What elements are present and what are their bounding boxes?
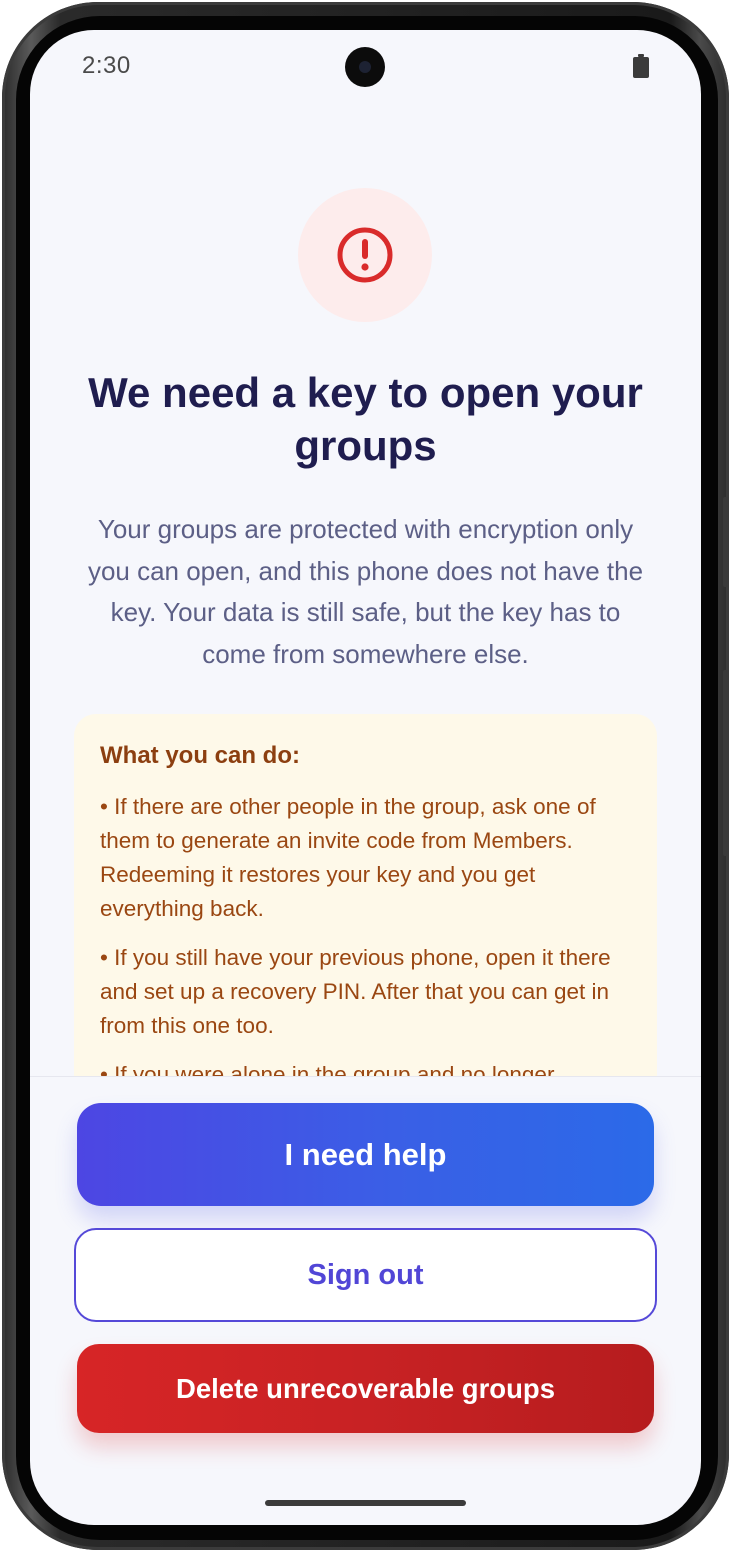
- tip-item: • If you still have your previous phone,…: [100, 945, 611, 1038]
- tip-item: • If you were alone in the group and no …: [100, 1062, 555, 1076]
- tips-card: What you can do: • If there are other pe…: [74, 714, 657, 1076]
- tips-heading: What you can do:: [100, 742, 300, 769]
- tips-list: • If there are other people in the group…: [100, 790, 620, 1076]
- help-button[interactable]: I need help: [77, 1103, 654, 1206]
- sign-out-button[interactable]: Sign out: [74, 1228, 657, 1322]
- scroll-area[interactable]: What you can do: • If there are other pe…: [30, 30, 701, 1076]
- screen: 2:30 We need a key to open your groups Y…: [30, 30, 701, 1525]
- home-indicator[interactable]: [265, 1500, 466, 1506]
- action-area-divider: [30, 1076, 701, 1077]
- tip-item: • If there are other people in the group…: [100, 794, 596, 921]
- power-button: [723, 497, 729, 587]
- delete-groups-button[interactable]: Delete unrecoverable groups: [77, 1344, 654, 1433]
- volume-button: [723, 670, 729, 856]
